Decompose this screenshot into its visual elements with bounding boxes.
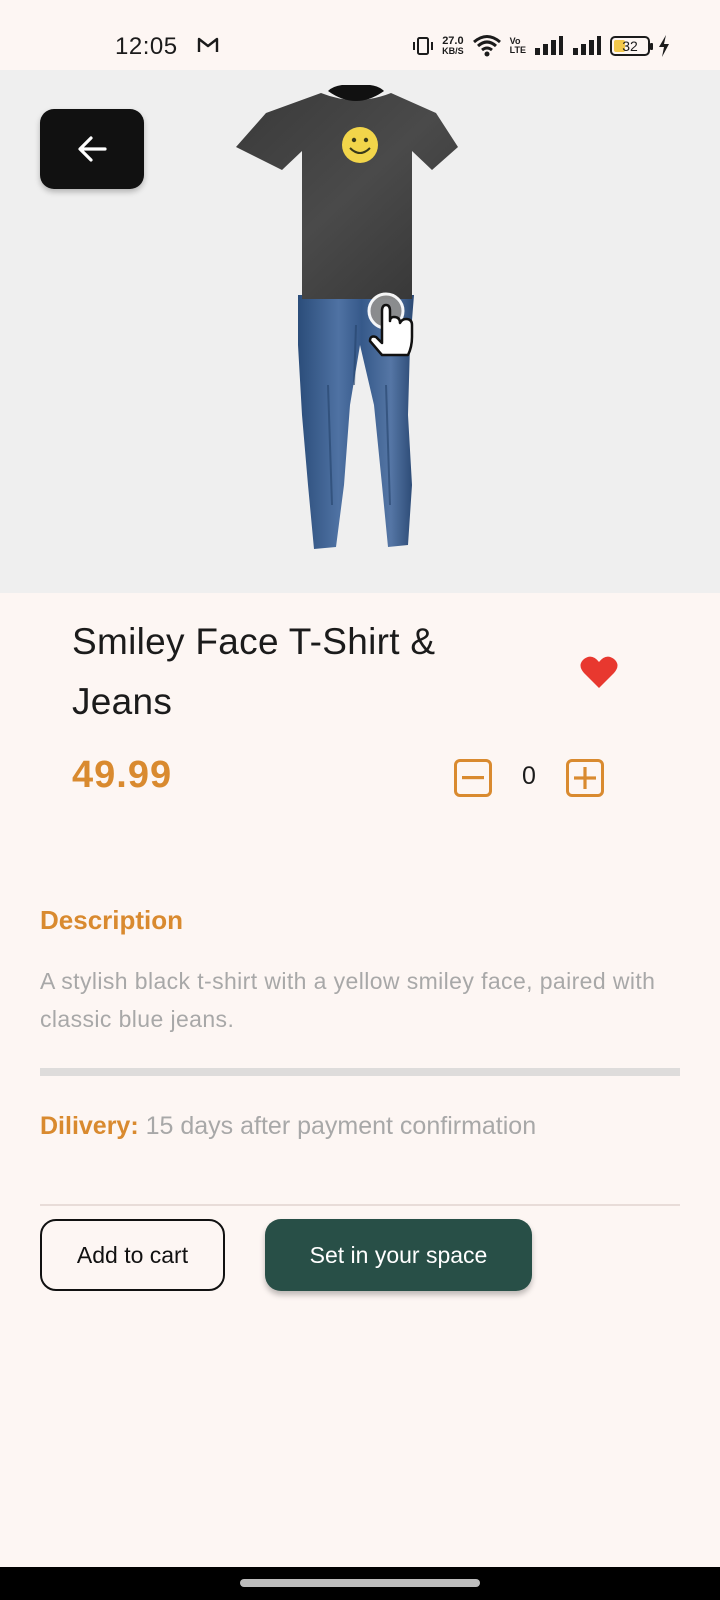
volte-icon: Vo LTE bbox=[510, 37, 526, 55]
divider bbox=[40, 1204, 680, 1206]
gmail-icon bbox=[197, 37, 219, 52]
quantity-value: 0 bbox=[522, 762, 536, 790]
divider bbox=[40, 1068, 680, 1076]
network-speed-unit: KB/S bbox=[442, 46, 464, 56]
description-text: A stylish black t-shirt with a yellow sm… bbox=[40, 968, 656, 1032]
status-bar: 12:05 27.0 KB/S Vo LTE 32 bbox=[0, 0, 720, 70]
add-to-cart-button[interactable]: Add to cart bbox=[40, 1219, 225, 1291]
product-title: Smiley Face T-Shirt & Jeans bbox=[72, 621, 436, 722]
volte-bottom: LTE bbox=[509, 45, 526, 55]
delivery-value: 15 days after payment confirmation bbox=[145, 1112, 537, 1140]
product-price: 49.99 bbox=[72, 754, 173, 796]
battery-icon: 32 bbox=[610, 36, 653, 56]
wifi-icon bbox=[472, 35, 501, 57]
network-speed-value: 27.0 bbox=[442, 35, 464, 47]
back-arrow-icon bbox=[78, 136, 107, 162]
minus-icon bbox=[462, 776, 484, 780]
network-speed: 27.0 KB/S bbox=[442, 35, 464, 57]
charging-icon bbox=[659, 35, 669, 57]
status-icons: 27.0 KB/S Vo LTE 32 bbox=[412, 30, 670, 62]
status-time: 12:05 bbox=[115, 33, 178, 60]
home-gesture-handle[interactable] bbox=[240, 1579, 480, 1587]
product-3d-viewer[interactable] bbox=[0, 70, 720, 593]
delivery-label: Dilivery: bbox=[40, 1112, 139, 1140]
description-heading: Description bbox=[40, 905, 184, 935]
battery-percent: 32 bbox=[622, 38, 638, 54]
back-button[interactable] bbox=[40, 109, 144, 189]
set-in-your-space-button[interactable]: Set in your space bbox=[265, 1219, 532, 1291]
vibrate-icon bbox=[413, 37, 434, 55]
delivery-info: Dilivery: 15 days after payment confirma… bbox=[40, 1112, 536, 1141]
favorite-heart-icon[interactable] bbox=[580, 655, 618, 689]
system-nav-bar bbox=[0, 1567, 720, 1600]
plus-icon bbox=[574, 767, 596, 789]
signal-icon bbox=[535, 36, 563, 55]
quantity-decrease-button[interactable] bbox=[454, 759, 492, 797]
quantity-increase-button[interactable] bbox=[566, 759, 604, 797]
product-3d-model[interactable] bbox=[236, 85, 476, 565]
signal-icon bbox=[573, 36, 601, 55]
